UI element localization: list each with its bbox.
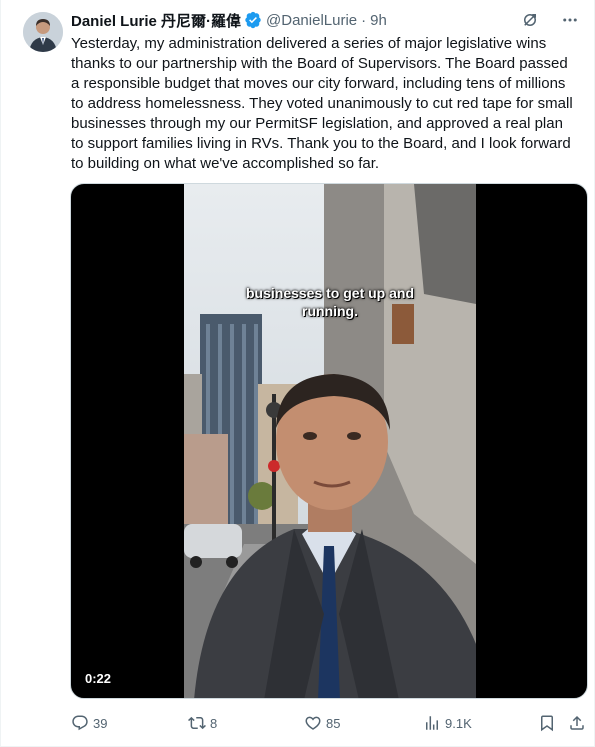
views-icon (426, 716, 438, 730)
retweet-count: 8 (210, 715, 218, 731)
share-icon (570, 715, 584, 730)
reply-button[interactable]: 39 (71, 714, 107, 732)
views-count: 9.1K (445, 715, 472, 731)
avatar[interactable] (23, 12, 63, 52)
tweet-text: Yesterday, my administration delivered a… (71, 35, 573, 172)
separator-dot: · (361, 11, 367, 29)
top-actions (520, 10, 580, 30)
reply-icon (72, 715, 88, 731)
tweet-actions: 39 8 85 9.1K (71, 712, 591, 734)
video-frame[interactable]: businesses to get up and running. (184, 184, 476, 698)
more-icon[interactable] (560, 10, 580, 30)
bookmark-icon (541, 715, 553, 732)
like-button[interactable]: 85 (304, 714, 340, 732)
tweet-header: Daniel Lurie 丹尼爾·羅偉 @DanielLurie · 9h (71, 10, 387, 30)
share-button[interactable] (568, 714, 590, 732)
like-icon (305, 716, 321, 730)
tweet[interactable]: Daniel Lurie 丹尼爾·羅偉 @DanielLurie · 9h Ye… (0, 0, 595, 747)
video-still-image (184, 184, 476, 698)
verified-badge-icon[interactable] (244, 11, 262, 29)
video-caption: businesses to get up and running. (245, 285, 415, 319)
grok-icon[interactable] (520, 10, 540, 30)
author-name[interactable]: Daniel Lurie 丹尼爾·羅偉 (71, 10, 241, 31)
retweet-icon (188, 716, 206, 730)
video-duration: 0:22 (85, 671, 112, 686)
retweet-button[interactable]: 8 (188, 714, 217, 732)
like-count: 85 (326, 715, 341, 731)
views-button[interactable]: 9.1K (423, 714, 472, 732)
tweet-video[interactable]: businesses to get up and running. 0:22 (70, 183, 588, 699)
bookmark-button[interactable] (538, 714, 560, 732)
author-handle[interactable]: @DanielLurie (266, 12, 357, 29)
tweet-timestamp[interactable]: 9h (370, 12, 387, 29)
reply-count: 39 (93, 715, 108, 731)
